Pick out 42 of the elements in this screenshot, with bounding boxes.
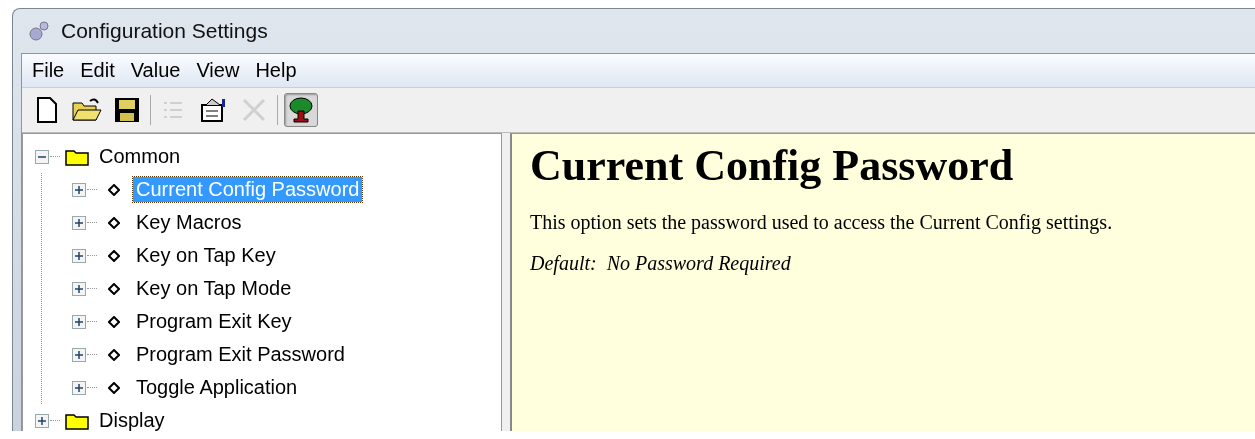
tree-item[interactable]: Toggle Application: [133, 375, 301, 400]
tree-item[interactable]: Common: [96, 144, 184, 169]
expand-icon[interactable]: [72, 380, 86, 395]
gears-icon: [27, 20, 51, 42]
tree-item[interactable]: Program Exit Key: [133, 309, 295, 334]
folder-icon: [65, 147, 89, 166]
delete-icon: [241, 97, 267, 123]
diamond-icon: [108, 348, 120, 361]
expand-icon[interactable]: [72, 182, 86, 197]
tree-item[interactable]: Program Exit Password: [133, 342, 348, 367]
help-description: This option sets the password used to access the Current Config settings.: [530, 211, 1114, 234]
expand-icon[interactable]: [72, 215, 86, 230]
collapse-icon[interactable]: [35, 149, 49, 164]
menu-item[interactable]: View: [190, 57, 246, 84]
default-note: Default: No Password Required: [530, 252, 792, 275]
menu-item[interactable]: Edit: [74, 57, 121, 84]
expand-icon[interactable]: [72, 281, 86, 296]
toolbar-button[interactable]: [284, 93, 318, 127]
tree-item[interactable]: Display: [96, 408, 168, 431]
new-document-icon: [36, 97, 58, 123]
diamond-icon: [108, 381, 120, 394]
menu-item[interactable]: Help: [249, 57, 303, 84]
tree-item[interactable]: Key on Tap Mode: [133, 276, 295, 301]
tree-item[interactable]: Key on Tap Key: [133, 243, 279, 268]
folder-icon: [72, 97, 102, 123]
expand-icon[interactable]: [72, 248, 86, 263]
menu-item[interactable]: Value: [124, 57, 187, 84]
folder-icon: [65, 411, 89, 430]
expand-icon[interactable]: [72, 347, 86, 362]
diamond-icon: [108, 315, 120, 328]
tree-icon: [289, 97, 313, 123]
tree-item[interactable]: Key Macros: [133, 210, 245, 235]
window-title: Configuration Settings: [61, 19, 268, 43]
properties-icon: [200, 97, 228, 123]
menu-item[interactable]: File: [26, 57, 71, 84]
diamond-icon: [108, 282, 120, 295]
diamond-icon: [108, 216, 120, 229]
expand-icon[interactable]: [72, 314, 86, 329]
diamond-icon: [108, 183, 120, 196]
help-heading: Current Config Password: [530, 140, 1015, 191]
expand-icon[interactable]: [35, 413, 49, 428]
diamond-icon: [108, 249, 120, 262]
